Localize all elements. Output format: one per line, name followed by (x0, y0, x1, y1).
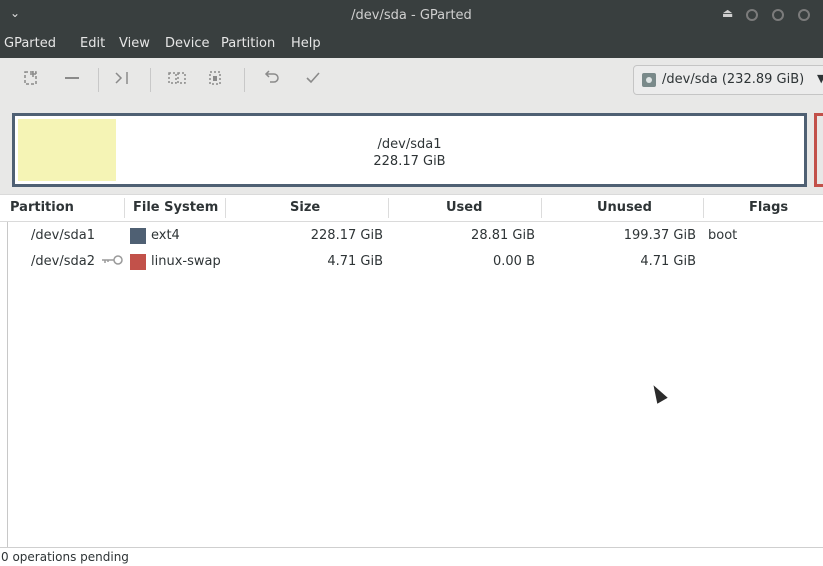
column-file-system[interactable]: File System (133, 200, 218, 215)
device-selector-label: /dev/sda (232.89 GiB) (662, 72, 805, 87)
device-selector[interactable]: /dev/sda (232.89 GiB) ▼ (633, 65, 823, 95)
menu-device[interactable]: Device (165, 36, 209, 51)
close-button[interactable] (798, 9, 810, 21)
status-text: 0 operations pending (1, 550, 129, 564)
partition-bar-name: /dev/sda1 (377, 137, 442, 152)
partition-list-area[interactable] (7, 222, 823, 547)
disk-map: /dev/sda1 228.17 GiB (0, 104, 823, 194)
resize-move-icon[interactable] (113, 70, 131, 90)
minimize-button[interactable] (746, 9, 758, 21)
toolbar-separator (150, 68, 151, 92)
window-title: /dev/sda - GParted (351, 8, 472, 23)
column-flags[interactable]: Flags (749, 200, 788, 215)
status-bar: 0 operations pending (0, 547, 823, 566)
menu-gparted[interactable]: GParted (4, 36, 56, 51)
apply-icon[interactable] (304, 70, 322, 90)
toolbar-separator (98, 68, 99, 92)
toolbar-separator (244, 68, 245, 92)
disk-icon (642, 73, 656, 87)
maximize-button[interactable] (772, 9, 784, 21)
undo-icon[interactable] (262, 70, 282, 90)
delete-partition-icon[interactable] (62, 70, 82, 90)
column-size[interactable]: Size (290, 200, 320, 215)
copy-icon[interactable] (167, 70, 187, 90)
table-header: Partition File System Size Used Unused F… (0, 194, 823, 222)
eject-icon[interactable]: ⏏ (722, 6, 733, 20)
toolbar: /dev/sda (232.89 GiB) ▼ (0, 58, 823, 105)
menu-partition[interactable]: Partition (221, 36, 275, 51)
paste-icon[interactable] (206, 70, 224, 90)
column-used[interactable]: Used (446, 200, 482, 215)
partition-bar-sda1[interactable]: /dev/sda1 228.17 GiB (12, 113, 807, 187)
menu-help[interactable]: Help (291, 36, 321, 51)
title-bar: ⌄ /dev/sda - GParted ⏏ (0, 0, 823, 32)
chevron-down-icon: ▼ (817, 72, 823, 85)
partition-bar-size: 228.17 GiB (373, 154, 446, 169)
partition-bar-sda2[interactable] (814, 113, 823, 187)
column-partition[interactable]: Partition (10, 200, 74, 215)
menu-edit[interactable]: Edit (80, 36, 105, 51)
column-unused[interactable]: Unused (597, 200, 652, 215)
menu-view[interactable]: View (119, 36, 150, 51)
menu-bar: GParted Edit View Device Partition Help (0, 32, 823, 58)
new-partition-icon[interactable] (22, 70, 40, 90)
